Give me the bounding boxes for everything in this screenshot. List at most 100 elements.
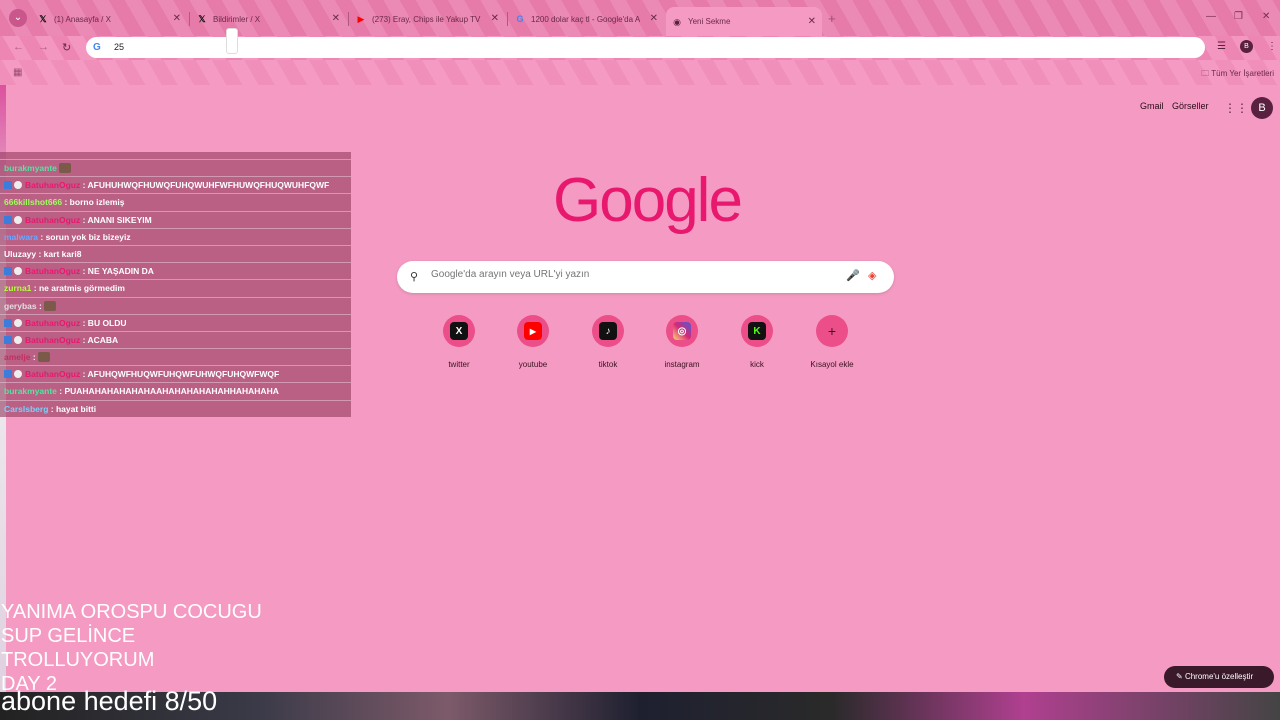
tab-title: Bildirimler / X (213, 14, 261, 24)
shortcut-tiktok[interactable]: ♪ tiktok (573, 315, 643, 369)
tab-1[interactable]: 𝕏 (1) Anasayfa / X ✕ (32, 8, 187, 30)
mod-badge-icon (14, 215, 22, 224)
overlay-line-3: TROLLUYORUM (1, 649, 155, 671)
cast-icon[interactable]: ☰ (1217, 41, 1226, 52)
close-icon[interactable]: ✕ (332, 13, 340, 24)
subscriber-badge-icon (4, 318, 12, 327)
apps-icon[interactable]: ▦ (13, 67, 22, 78)
shortcut-twitter[interactable]: X twitter (424, 315, 494, 369)
chat-username: Uluzayy (4, 248, 37, 259)
chat-text: : (30, 352, 39, 363)
chat-message: amelje : (0, 349, 351, 367)
chat-message: BatuhanOguz : ACABA (0, 332, 351, 350)
tab-search-button[interactable]: ⌄ (9, 9, 27, 27)
restore-icon[interactable]: ❐ (1234, 11, 1243, 22)
address-value: 25 (114, 42, 125, 52)
chat-username: burakmyante (4, 163, 57, 173)
chat-message: BatuhanOguz : AFUHUHWQFHUWQFUHQWUHFWFHUW… (0, 177, 351, 195)
menu-icon[interactable]: ⋮ (1267, 41, 1277, 52)
chat-username: BatuhanOguz (25, 214, 81, 225)
tab-3[interactable]: ▶ (273) Eray, Chips ile Yakup TV ✕ (350, 8, 505, 30)
profile-avatar[interactable]: B (1240, 40, 1253, 53)
emote-icon (38, 352, 51, 363)
account-avatar[interactable]: B (1251, 97, 1273, 119)
chat-text: : hayat bitti (48, 403, 97, 414)
address-bar[interactable]: G 25 (86, 28, 1205, 58)
tab-title: (1) Anasayfa / X (54, 14, 111, 24)
close-icon[interactable]: ✕ (173, 13, 181, 24)
tiktok-icon: ♪ (599, 322, 617, 340)
folder-icon: 🗀 (1201, 69, 1210, 78)
gmail-link[interactable]: Gmail (1140, 101, 1164, 111)
chat-text: : PUAHAHAHAHAHAHAAHAHAHAHAHAHHAHAHAHA (56, 386, 279, 397)
forward-icon[interactable]: → (38, 41, 49, 53)
chat-text: : borno izlemiş (62, 197, 125, 208)
mod-badge-icon (14, 370, 22, 379)
overlay-line-2: SUP GELİNCE (1, 625, 136, 647)
google-icon: G (93, 42, 101, 53)
chat-text: : sorun yok biz bizeyiz (38, 231, 131, 242)
new-tab-button[interactable]: + (828, 11, 836, 26)
close-icon[interactable]: ✕ (808, 16, 816, 27)
pencil-icon: ✎ (1176, 672, 1183, 681)
emote-icon (59, 163, 72, 173)
shortcut-label: instagram (664, 360, 700, 369)
minimize-icon[interactable]: — (1206, 11, 1216, 22)
chat-message: Carslsberg : hayat bitti (0, 401, 351, 417)
chat-message: Uluzayy : kart kari8 (0, 246, 351, 264)
chat-text: : ANANI SIKEYIM (80, 214, 152, 225)
search-box[interactable]: ⚲ 🎤 ◈ (397, 261, 894, 293)
chat-message: burakmyante : PUAHAHAHAHAHAHAAHAHAHAHAHA… (0, 383, 351, 401)
chat-message: zurna1 : ne aratmis görmedim (0, 280, 351, 298)
shortcut-kick[interactable]: K kick (722, 315, 792, 369)
shortcut-instagram[interactable]: ◎ instagram (647, 315, 717, 369)
chat-message: BatuhanOguz : AFUHQWFHUQWFUHQWFUHWQFUHQW… (0, 366, 351, 384)
chrome-icon: ◉ (673, 16, 681, 27)
chat-text: : (36, 300, 45, 311)
chat-text: : ACABA (80, 334, 119, 345)
subscriber-badge-icon (4, 267, 12, 276)
youtube-icon: ▶ (357, 14, 365, 24)
x-icon: X (450, 322, 468, 340)
microphone-icon[interactable]: 🎤 (846, 269, 860, 282)
lens-icon[interactable]: ◈ (868, 269, 876, 282)
search-icon: ⚲ (410, 271, 419, 283)
close-window-icon[interactable]: ✕ (1262, 11, 1270, 22)
shortcut-label: youtube (518, 360, 548, 369)
chat-message: BatuhanOguz : BU OLDU (0, 315, 351, 332)
shortcut-youtube[interactable]: ▶ youtube (498, 315, 568, 369)
subscriber-badge-icon (4, 181, 12, 190)
tab-title: 1200 dolar kaç tl - Google'da A (531, 14, 641, 24)
chat-text: : AFUHQWFHUQWFUHQWFUHWQFUHQWFWQF (80, 369, 280, 380)
tab-bar: ⌄ 𝕏 (1) Anasayfa / X ✕ 𝕏 Bildirimler / X… (0, 0, 1280, 36)
chat-message: 666killshot666 : borno izlemiş (0, 194, 351, 212)
chat-text: : kart kari8 (36, 248, 82, 259)
tab-5-active[interactable]: ◉ Yeni Sekme ✕ (666, 7, 822, 36)
tab-2[interactable]: 𝕏 Bildirimler / X ✕ (191, 8, 346, 30)
chat-message: BatuhanOguz : ANANI SIKEYIM (0, 212, 351, 229)
chat-username: BatuhanOguz (25, 180, 81, 191)
close-icon[interactable]: ✕ (491, 13, 499, 24)
tab-title: (273) Eray, Chips ile Yakup TV (372, 14, 481, 24)
chat-message: BatuhanOguz : NE YAŞADIN DA (0, 263, 351, 281)
chat-message: malwara : sorun yok biz bizeyiz (0, 229, 351, 246)
shortcut-label: tiktok (598, 360, 618, 369)
chat-username: malwara (4, 231, 39, 242)
all-bookmarks[interactable]: 🗀 Tüm Yer İşaretleri (1201, 68, 1274, 82)
back-icon[interactable]: ← (13, 41, 24, 53)
close-icon[interactable]: ✕ (650, 13, 658, 24)
chat-text: : NE YAŞADIN DA (80, 266, 154, 277)
chat-username: BatuhanOguz (25, 317, 81, 328)
chat-row-partial (0, 152, 351, 160)
images-link[interactable]: Görseller (1172, 101, 1209, 111)
tab-4[interactable]: G 1200 dolar kaç tl - Google'da A ✕ (509, 8, 664, 30)
shortcut-label: kick (750, 360, 764, 369)
google-logo: Google (553, 166, 743, 235)
search-input[interactable] (431, 269, 811, 280)
shortcut-add[interactable]: + Kısayol ekle (797, 315, 867, 369)
customize-chrome-button[interactable]: ✎ Chrome'u özelleştir (1164, 666, 1274, 688)
reload-icon[interactable]: ↻ (62, 41, 71, 54)
stream-chat-overlay: burakmyante BatuhanOguz : AFUHUHWQFHUWQF… (0, 152, 351, 417)
chat-text: : AFUHUHWQFHUWQFUHQWUHFWFHUWQFHUQWUHFQWF (80, 180, 330, 191)
plus-icon: + (827, 323, 837, 339)
